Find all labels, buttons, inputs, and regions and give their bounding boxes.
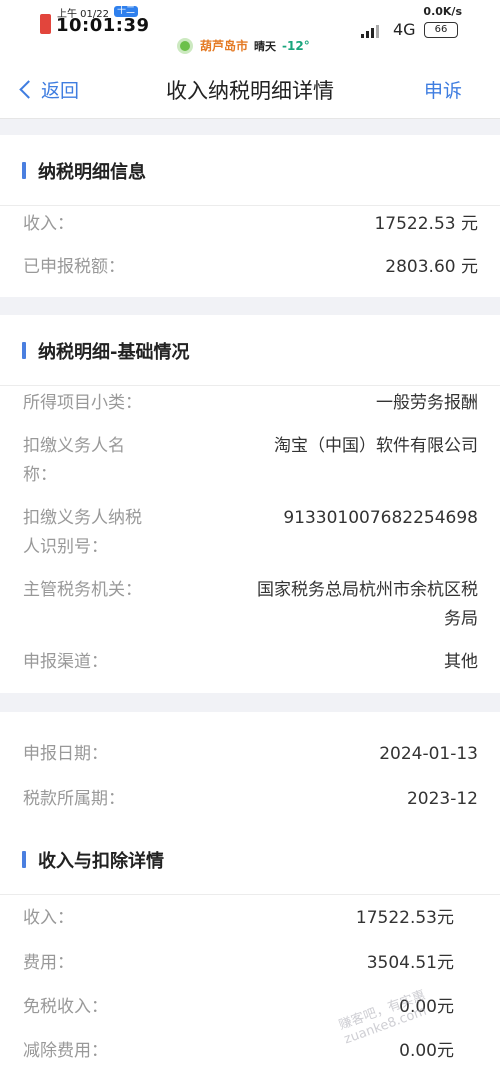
row-label: 免税收入： (23, 997, 108, 1017)
weather-city: 葫芦岛市 (200, 39, 249, 53)
row-value: 2803.60 元 (385, 257, 478, 277)
row-label: 减除费用： (23, 1041, 108, 1061)
section-title: 纳税明细信息 (38, 162, 146, 183)
basic-info-card: 纳税明细-基础情况 所得项目小类： 一般劳务报酬 扣缴义务人名 称： 淘宝（中国）… (0, 315, 500, 693)
battery-icon: 66 (424, 22, 458, 38)
nav-bar: 返回 收入纳税明细详情 申诉 (0, 62, 500, 119)
weather-condition: 晴天 (254, 39, 277, 53)
network-type: 4G (393, 20, 416, 39)
row-label: 收入： (23, 908, 74, 928)
row-value: 2024-01-13 (379, 744, 478, 764)
signal-icon (361, 24, 379, 38)
section-accent-bar (22, 851, 26, 868)
section-header: 纳税明细信息 (0, 135, 500, 206)
row-label: 扣缴义务人名 称： (23, 436, 125, 485)
section-accent-bar (22, 342, 26, 359)
section-title: 纳税明细-基础情况 (38, 342, 190, 363)
row-value: 国家税务总局杭州市余杭区税 务局 (257, 580, 478, 629)
row-value: 17522.53 元 (374, 214, 478, 234)
row-value: 3504.51元 (366, 953, 454, 973)
appeal-button[interactable]: 申诉 (424, 76, 462, 103)
section-header: 收入与扣除详情 (0, 824, 500, 895)
sun-icon (180, 40, 190, 51)
row-label: 申报日期： (23, 744, 108, 764)
row-label: 已申报税额： (23, 257, 125, 277)
row-label: 申报渠道： (23, 652, 108, 672)
row-label: 扣缴义务人纳税 人识别号： (23, 508, 142, 557)
section-title: 收入与扣除详情 (38, 851, 164, 872)
tax-detail-card: 纳税明细信息 收入： 17522.53 元 已申报税额： 2803.60 元 (0, 135, 500, 297)
row-value: 一般劳务报酬 (376, 393, 478, 413)
row-value: 17522.53元 (355, 908, 454, 928)
row-value: 2023-12 (406, 789, 478, 809)
row-label: 费用： (23, 953, 74, 973)
net-speed: 0.0K/s (423, 5, 462, 18)
section-header: 纳税明细-基础情况 (0, 315, 500, 386)
row-label: 所得项目小类： (23, 393, 142, 413)
row-value: 其他 (444, 652, 478, 672)
status-time: 10:01:39 (56, 15, 150, 36)
app-notification-icon (40, 14, 51, 34)
weather-temperature: -12° (282, 38, 310, 53)
row-label: 收入： (23, 214, 74, 234)
row-label: 税款所属期： (23, 789, 125, 809)
row-label: 主管税务机关： (23, 580, 142, 600)
weather-info: 葫芦岛市 晴天 -12° (180, 37, 310, 54)
row-value: 91330100768225469​8 (283, 508, 478, 528)
section-accent-bar (22, 162, 26, 179)
status-bar: 上午 01/22 十二 10:01:39 葫芦岛市 晴天 -12° 0.0K/s… (0, 0, 500, 62)
row-value: 淘宝（中国）软件有限公司 (274, 436, 478, 456)
